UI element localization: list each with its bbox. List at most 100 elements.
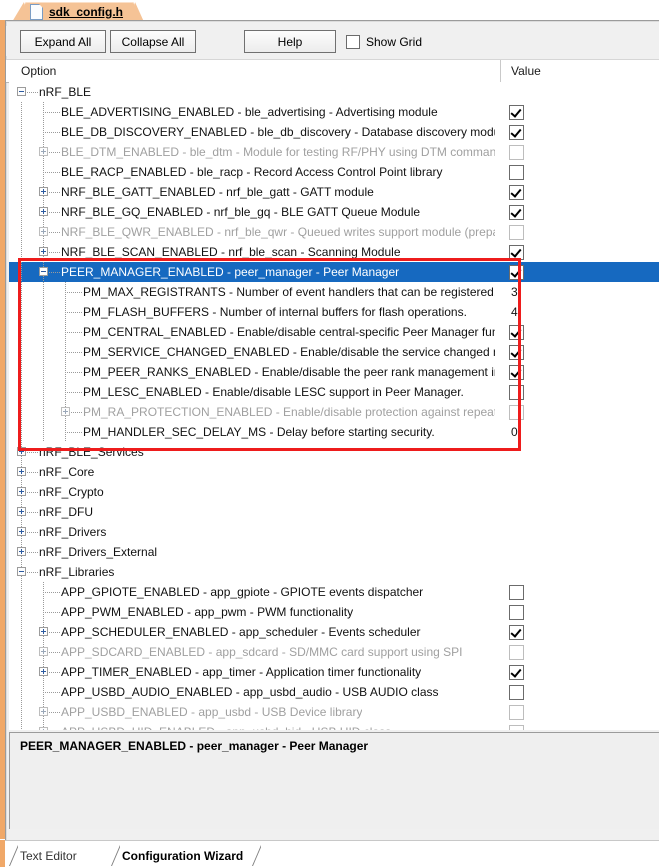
tree-row[interactable]: nRF_BLE_Services [9, 442, 659, 462]
tree-row-value[interactable] [509, 622, 524, 642]
tree-row-value[interactable] [509, 142, 524, 162]
value-checkbox[interactable] [509, 324, 524, 340]
tree-row[interactable]: nRF_Drivers [9, 522, 659, 542]
column-header-value[interactable]: Value [500, 60, 659, 82]
expand-icon[interactable] [39, 647, 48, 656]
value-checkbox[interactable] [509, 624, 524, 640]
tree-row-value[interactable]: 4 [509, 302, 518, 322]
collapse-icon[interactable] [17, 567, 26, 576]
value-checkbox[interactable] [509, 684, 524, 700]
value-checkbox[interactable] [509, 264, 524, 280]
tree-row[interactable]: PM_HANDLER_SEC_DELAY_MS - Delay before s… [9, 422, 659, 442]
tree-row[interactable]: NRF_BLE_GQ_ENABLED - nrf_ble_gq - BLE GA… [9, 202, 659, 222]
tree-row[interactable]: APP_TIMER_ENABLED - app_timer - Applicat… [9, 662, 659, 682]
expand-all-button[interactable]: Expand All [20, 30, 106, 53]
tree-row-value[interactable] [509, 162, 524, 182]
tree-row-value[interactable] [509, 582, 524, 602]
expand-icon[interactable] [39, 227, 48, 236]
expand-icon[interactable] [17, 527, 26, 536]
document-tab-sdk-config[interactable]: sdk_config.h [12, 2, 145, 22]
expand-icon[interactable] [61, 407, 70, 416]
tree-row[interactable]: nRF_Core [9, 462, 659, 482]
value-checkbox[interactable] [509, 724, 524, 730]
tree-row[interactable]: nRF_BLE [9, 82, 659, 102]
expand-icon[interactable] [39, 707, 48, 716]
tree-row[interactable]: PM_PEER_RANKS_ENABLED - Enable/disable t… [9, 362, 659, 382]
help-button[interactable]: Help [244, 30, 336, 53]
tree-row[interactable]: APP_USBD_ENABLED - app_usbd - USB Device… [9, 702, 659, 722]
tree-row[interactable]: PM_MAX_REGISTRANTS - Number of event han… [9, 282, 659, 302]
tree-row-value[interactable] [509, 122, 524, 142]
tree-row-value[interactable] [509, 222, 524, 242]
tree-row-value[interactable] [509, 402, 524, 422]
tree-row-value[interactable] [509, 682, 524, 702]
value-checkbox[interactable] [509, 664, 524, 680]
show-grid-checkbox[interactable]: Show Grid [346, 34, 422, 50]
tree-row[interactable]: PM_FLASH_BUFFERS - Number of internal bu… [9, 302, 659, 322]
expand-icon[interactable] [39, 147, 48, 156]
tree-row[interactable]: APP_SDCARD_ENABLED - app_sdcard - SD/MMC… [9, 642, 659, 662]
value-checkbox[interactable] [509, 644, 524, 660]
tree-row[interactable]: PM_LESC_ENABLED - Enable/disable LESC su… [9, 382, 659, 402]
expand-icon[interactable] [17, 487, 26, 496]
expand-icon[interactable] [39, 187, 48, 196]
expand-icon[interactable] [17, 467, 26, 476]
tree-row[interactable]: BLE_RACP_ENABLED - ble_racp - Record Acc… [9, 162, 659, 182]
tab-text-editor[interactable]: Text Editor [9, 845, 87, 866]
tab-configuration-wizard[interactable]: Configuration Wizard [111, 845, 253, 866]
tree-row[interactable]: BLE_ADVERTISING_ENABLED - ble_advertisin… [9, 102, 659, 122]
tree-row-value[interactable] [509, 102, 524, 122]
tree-row[interactable]: APP_USBD_HID_ENABLED - app_usbd_hid - US… [9, 722, 659, 730]
tree-row[interactable]: NRF_BLE_GATT_ENABLED - nrf_ble_gatt - GA… [9, 182, 659, 202]
tree-row-value[interactable] [509, 202, 524, 222]
tree-row[interactable]: APP_PWM_ENABLED - app_pwm - PWM function… [9, 602, 659, 622]
expand-icon[interactable] [17, 447, 26, 456]
expand-icon[interactable] [17, 507, 26, 516]
expand-icon[interactable] [39, 727, 48, 730]
value-checkbox[interactable] [509, 104, 524, 120]
tree-row[interactable]: APP_SCHEDULER_ENABLED - app_scheduler - … [9, 622, 659, 642]
collapse-icon[interactable] [39, 267, 48, 276]
value-checkbox[interactable] [509, 164, 524, 180]
tree-row[interactable]: nRF_Drivers_External [9, 542, 659, 562]
tree-row[interactable]: PM_CENTRAL_ENABLED - Enable/disable cent… [9, 322, 659, 342]
tree-row-value[interactable] [509, 642, 524, 662]
expand-icon[interactable] [39, 247, 48, 256]
value-checkbox[interactable] [509, 704, 524, 720]
collapse-all-button[interactable]: Collapse All [110, 30, 196, 53]
tree-row[interactable]: nRF_DFU [9, 502, 659, 522]
value-checkbox[interactable] [509, 124, 524, 140]
expand-icon[interactable] [17, 547, 26, 556]
tree-row[interactable]: NRF_BLE_QWR_ENABLED - nrf_ble_qwr - Queu… [9, 222, 659, 242]
value-checkbox[interactable] [509, 144, 524, 160]
tree-row-value[interactable] [509, 242, 524, 262]
tree-row[interactable]: BLE_DTM_ENABLED - ble_dtm - Module for t… [9, 142, 659, 162]
tree-row[interactable]: BLE_DB_DISCOVERY_ENABLED - ble_db_discov… [9, 122, 659, 142]
value-checkbox[interactable] [509, 404, 524, 420]
collapse-icon[interactable] [17, 87, 26, 96]
expand-icon[interactable] [39, 627, 48, 636]
expand-icon[interactable] [39, 667, 48, 676]
tree-row-value[interactable]: 3 [509, 282, 518, 302]
tree-row[interactable]: APP_GPIOTE_ENABLED - app_gpiote - GPIOTE… [9, 582, 659, 602]
column-header-option[interactable]: Option [11, 60, 500, 82]
show-grid-checkbox-box[interactable] [346, 35, 360, 49]
tree-row[interactable]: PM_RA_PROTECTION_ENABLED - Enable/disabl… [9, 402, 659, 422]
tree-row[interactable]: NRF_BLE_SCAN_ENABLED - nrf_ble_scan - Sc… [9, 242, 659, 262]
tree-row-value[interactable] [509, 342, 524, 362]
value-checkbox[interactable] [509, 244, 524, 260]
tree-row[interactable]: PEER_MANAGER_ENABLED - peer_manager - Pe… [9, 262, 659, 282]
value-checkbox[interactable] [509, 584, 524, 600]
tree-row-value[interactable] [509, 362, 524, 382]
value-checkbox[interactable] [509, 384, 524, 400]
tree-row-value[interactable] [509, 662, 524, 682]
tree-row-value[interactable] [509, 722, 524, 730]
value-checkbox[interactable] [509, 224, 524, 240]
value-checkbox[interactable] [509, 344, 524, 360]
tree-row[interactable]: nRF_Libraries [9, 562, 659, 582]
tree-row-value[interactable] [509, 702, 524, 722]
tree-row-value[interactable] [509, 382, 524, 402]
tree-row-value[interactable] [509, 602, 524, 622]
value-checkbox[interactable] [509, 184, 524, 200]
tree-row-value[interactable] [509, 262, 524, 282]
